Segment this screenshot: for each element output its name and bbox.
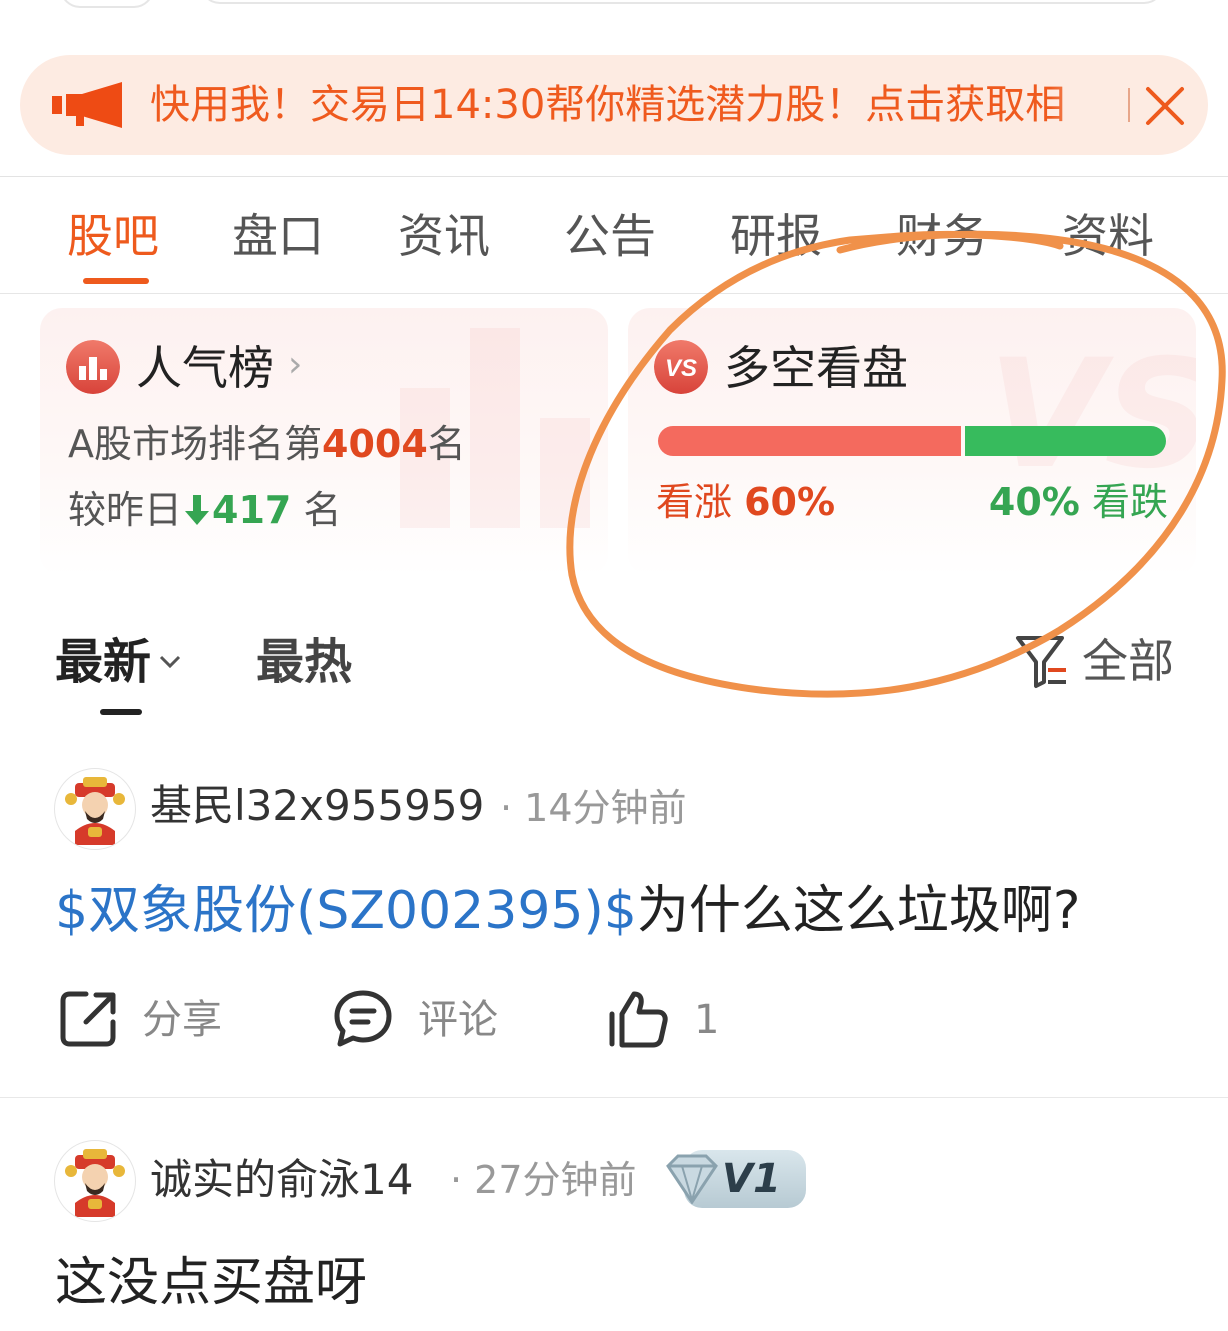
- divider: [0, 1097, 1228, 1098]
- change-suffix: 名: [303, 488, 342, 532]
- promo-fade: [1050, 65, 1120, 145]
- rank-suffix: 名: [427, 422, 466, 466]
- tab-profile[interactable]: 资料: [1062, 200, 1154, 272]
- rank-prefix: A股市场排名第: [68, 422, 322, 466]
- post-time: · 27分钟前: [450, 1158, 637, 1202]
- divider: [0, 293, 1228, 294]
- bear-percent: 40% 看跌: [989, 476, 1168, 528]
- sentiment-card[interactable]: VS VS 多空看盘 看涨 60% 40% 看跌: [628, 308, 1196, 576]
- post-content[interactable]: $双象股份(SZ002395)$为什么这么垃圾啊?: [55, 876, 1081, 946]
- share-button[interactable]: 分享: [58, 988, 258, 1054]
- tab-research[interactable]: 研报: [730, 200, 822, 272]
- post-username[interactable]: 诚实的俞泳14: [150, 1150, 413, 1210]
- avatar-image: [65, 1149, 125, 1217]
- post-text: 为什么这么垃圾啊?: [636, 881, 1081, 941]
- post-time: · 14分钟前: [500, 786, 687, 830]
- bear-value: 40%: [988, 480, 1080, 524]
- rank-change: 较昨日 417 名: [68, 484, 341, 536]
- tab-announcements[interactable]: 公告: [564, 200, 656, 272]
- post-time-value: 27分钟前: [474, 1158, 637, 1202]
- popularity-card[interactable]: 人气榜 › A股市场排名第4004名 较昨日 417 名: [40, 308, 608, 576]
- stock-link[interactable]: $双象股份(SZ002395)$: [55, 881, 637, 941]
- active-tab-indicator: [83, 278, 149, 284]
- divider: [0, 176, 1228, 177]
- comment-icon: [334, 990, 392, 1047]
- bear-bar: [965, 426, 1166, 456]
- bull-label: 看涨: [656, 480, 733, 524]
- change-prefix: 较昨日: [68, 488, 183, 532]
- filter-button[interactable]: 全部: [1012, 628, 1182, 694]
- level-badge: V1: [664, 1150, 806, 1208]
- bull-percent: 看涨 60%: [656, 476, 835, 528]
- chevron-right-icon: ›: [288, 344, 303, 385]
- filter-icon: [1016, 636, 1066, 688]
- popularity-title: 人气榜: [136, 341, 274, 395]
- chevron-down-icon: [159, 655, 181, 669]
- arrow-down-icon: [185, 495, 210, 525]
- post-time-value: 14分钟前: [524, 786, 687, 830]
- market-rank: A股市场排名第4004名: [68, 418, 466, 470]
- sort-latest-label: 最新: [55, 634, 152, 690]
- post-content[interactable]: 这没点买盘呀: [55, 1248, 367, 1318]
- tab-guba[interactable]: 股吧: [67, 200, 159, 272]
- sort-hot[interactable]: 最热: [256, 630, 352, 694]
- avatar-image: [65, 777, 125, 845]
- avatar[interactable]: [54, 1140, 136, 1222]
- tab-news[interactable]: 资讯: [398, 200, 490, 272]
- comment-button[interactable]: 评论: [332, 988, 532, 1054]
- share-icon: [60, 991, 116, 1047]
- search-box-edge[interactable]: [200, 0, 1164, 4]
- vs-badge-text: VS: [665, 355, 697, 382]
- share-label: 分享: [142, 997, 222, 1043]
- promo-banner[interactable]: 快用我！交易日14:30帮你精选潜力股！点击获取相: [20, 55, 1208, 155]
- bear-label: 看跌: [1091, 480, 1168, 524]
- tab-finance[interactable]: 财务: [896, 200, 988, 272]
- tab-pankou[interactable]: 盘口: [232, 200, 324, 272]
- like-count: 1: [694, 997, 720, 1043]
- diamond-icon: [666, 1154, 718, 1204]
- tab-bar: 股吧 盘口 资讯 公告 研报 财务 资料: [0, 200, 1228, 290]
- sort-latest[interactable]: 最新: [55, 630, 183, 694]
- level-text: V1: [722, 1156, 781, 1202]
- rank-number: 4004: [322, 422, 428, 466]
- filter-label: 全部: [1082, 634, 1174, 688]
- megaphone-icon: [52, 82, 122, 128]
- bull-value: 60%: [744, 480, 836, 524]
- banner-divider: [1128, 88, 1130, 122]
- back-button-edge[interactable]: [60, 0, 154, 8]
- like-button[interactable]: 1: [606, 988, 726, 1054]
- comment-label: 评论: [418, 997, 498, 1043]
- thumbs-up-icon: [609, 991, 668, 1048]
- close-icon[interactable]: [1144, 85, 1186, 127]
- sentiment-bar: [658, 426, 1166, 456]
- avatar[interactable]: [54, 768, 136, 850]
- post-username[interactable]: 基民l32x955959: [150, 776, 484, 836]
- top-search-bar-edge: [0, 0, 1228, 14]
- vs-icon: VS: [654, 340, 708, 394]
- sort-indicator: [100, 709, 142, 715]
- sentiment-title: 多空看盘: [724, 341, 908, 395]
- ranking-icon: [66, 340, 120, 394]
- bull-bar: [658, 426, 961, 456]
- change-number: 417: [212, 488, 292, 532]
- promo-text[interactable]: 快用我！交易日14:30帮你精选潜力股！点击获取相: [150, 77, 1100, 133]
